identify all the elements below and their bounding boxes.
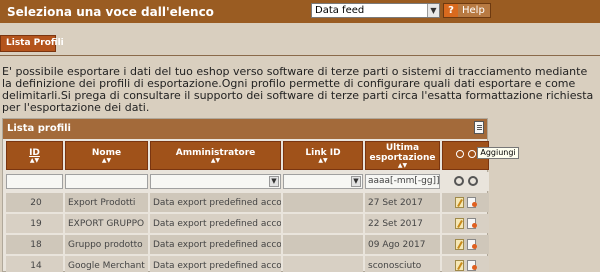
delete-icon[interactable]	[467, 218, 477, 229]
top-bar: Seleziona una voce dall'elenco	[0, 0, 600, 23]
section-select-value: Data feed	[315, 5, 365, 16]
cell-actions	[442, 256, 489, 272]
cell-date: 27 Set 2017	[365, 193, 440, 212]
cell-date: sconosciuto	[365, 256, 440, 272]
section-select[interactable]: Data feed ▼	[311, 3, 440, 18]
panel-header: Lista profili	[3, 119, 487, 139]
table-header-row: ID ▲▼ Nome ▲▼ Amministratore ▲▼ Link ID ▲▼ U…	[6, 141, 489, 170]
edit-icon[interactable]	[455, 260, 464, 271]
profiles-table: ID ▲▼ Nome ▲▼ Amministratore ▲▼ Link ID ▲▼ U…	[4, 139, 491, 272]
edit-icon[interactable]	[455, 197, 464, 208]
cell-id: 20	[6, 193, 63, 212]
chevron-down-icon[interactable]: ▼	[351, 176, 361, 187]
cell-link	[283, 214, 363, 233]
filter-admin-cell: ▼	[150, 172, 281, 191]
delete-icon[interactable]	[467, 239, 477, 250]
edit-icon[interactable]	[455, 218, 464, 229]
search-icon[interactable]	[453, 176, 464, 187]
cell-admin: Data export predefined account	[150, 214, 281, 233]
cell-id: 19	[6, 214, 63, 233]
column-header-last-export[interactable]: Ultima esportazione ▲▼	[365, 141, 440, 170]
help-button[interactable]: ? Help	[443, 3, 491, 18]
filter-icon[interactable]	[455, 150, 464, 158]
cell-link	[283, 235, 363, 254]
cell-id: 14	[6, 256, 63, 272]
column-header-name[interactable]: Nome ▲▼	[65, 141, 148, 170]
cell-link	[283, 193, 363, 212]
delete-icon[interactable]	[467, 260, 477, 271]
chevron-down-icon[interactable]: ▼	[269, 176, 279, 187]
cell-admin: Data export predefined account	[150, 235, 281, 254]
profiles-panel: Lista profili ID ▲▼ Nome ▲▼ Amministratore…	[2, 118, 491, 272]
column-header-id[interactable]: ID ▲▼	[6, 141, 63, 170]
table-row[interactable]: 19 EXPORT GRUPPO Data export predefined …	[6, 214, 489, 233]
description-text: E' possibile esportare i dati del tuo es…	[2, 65, 594, 114]
tab-lista-profili[interactable]: Lista Profili	[0, 35, 64, 52]
cell-admin: Data export predefined account	[150, 256, 281, 272]
add-icon[interactable]	[474, 121, 484, 134]
table-row[interactable]: 20 Export Prodotti Data export predefine…	[6, 193, 489, 212]
filter-name-input[interactable]	[65, 174, 148, 189]
sort-icon[interactable]: ▲▼	[366, 162, 439, 169]
divider	[0, 55, 600, 56]
cell-name: EXPORT GRUPPO	[65, 214, 148, 233]
reset-filter-icon[interactable]	[467, 150, 476, 158]
filter-actions-cell	[442, 172, 489, 191]
panel-title: Lista profili	[7, 123, 71, 134]
table-row[interactable]: 18 Gruppo prodotto Data export predefine…	[6, 235, 489, 254]
page-title: Seleziona una voce dall'elenco	[7, 4, 214, 19]
cell-actions	[442, 235, 489, 254]
delete-icon[interactable]	[467, 197, 477, 208]
cell-id: 18	[6, 235, 63, 254]
filter-date-cell: aaaa[-mm[-gg]]	[365, 172, 440, 191]
filter-date-input[interactable]: aaaa[-mm[-gg]]	[365, 174, 440, 189]
clear-search-icon[interactable]	[467, 176, 478, 187]
cell-name: Google Merchant	[65, 256, 148, 272]
filter-link-cell: ▼	[283, 172, 363, 191]
cell-date: 09 Ago 2017	[365, 235, 440, 254]
filter-name-cell	[65, 172, 148, 191]
add-tooltip: Aggiungi	[477, 147, 519, 159]
sort-icon[interactable]: ▲▼	[7, 157, 62, 164]
cell-name: Gruppo prodotto	[65, 235, 148, 254]
filter-link-select[interactable]: ▼	[283, 174, 363, 189]
chevron-down-icon[interactable]: ▼	[427, 4, 439, 17]
cell-date: 22 Set 2017	[365, 214, 440, 233]
sort-icon[interactable]: ▲▼	[151, 157, 280, 164]
table-row[interactable]: 14 Google Merchant Data export predefine…	[6, 256, 489, 272]
help-label: Help	[462, 5, 485, 16]
cell-actions	[442, 193, 489, 212]
help-icon: ?	[444, 4, 458, 17]
edit-icon[interactable]	[455, 239, 464, 250]
cell-link	[283, 256, 363, 272]
filter-admin-select[interactable]: ▼	[150, 174, 281, 189]
cell-actions	[442, 214, 489, 233]
column-header-link[interactable]: Link ID ▲▼	[283, 141, 363, 170]
cell-admin: Data export predefined account	[150, 193, 281, 212]
filter-id-input[interactable]	[6, 174, 63, 189]
sort-icon[interactable]: ▲▼	[284, 157, 362, 164]
filter-id-cell	[6, 172, 63, 191]
filter-row: ▼ ▼ aaaa[-mm[-gg]]	[6, 172, 489, 191]
sort-icon[interactable]: ▲▼	[66, 157, 147, 164]
column-header-admin[interactable]: Amministratore ▲▼	[150, 141, 281, 170]
cell-name: Export Prodotti	[65, 193, 148, 212]
